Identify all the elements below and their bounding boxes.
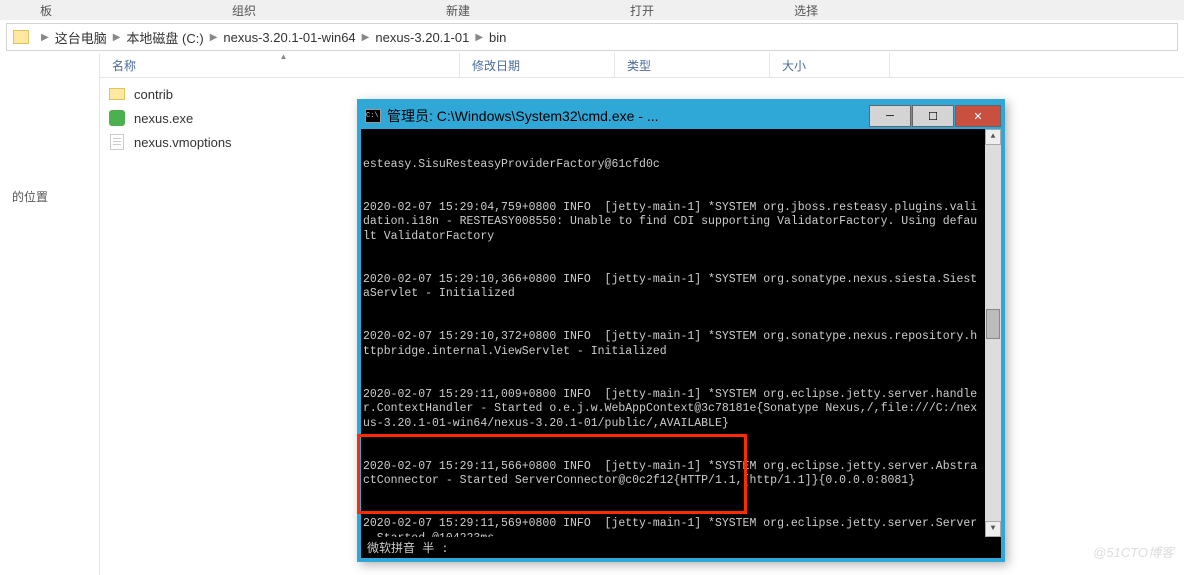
cmd-window[interactable]: 管理员: C:\Windows\System32\cmd.exe - ... ─… bbox=[357, 99, 1005, 562]
column-name[interactable]: ▲ 名称 bbox=[100, 53, 460, 78]
folder-icon bbox=[108, 85, 126, 103]
sort-arrow-icon: ▲ bbox=[280, 52, 288, 61]
nav-item-location[interactable]: 的位置 bbox=[0, 182, 99, 211]
crumb-bin[interactable]: bin bbox=[489, 30, 506, 45]
ribbon-group-clipboard: 板 bbox=[20, 0, 72, 20]
log-line: 2020-02-07 15:29:11,569+0800 INFO [jetty… bbox=[363, 517, 983, 537]
chevron-right-icon: ▶ bbox=[210, 32, 218, 43]
log-line: 2020-02-07 15:29:11,566+0800 INFO [jetty… bbox=[363, 460, 983, 489]
scrollbar[interactable]: ▲ ▼ bbox=[985, 129, 1001, 537]
cmd-icon bbox=[365, 109, 381, 123]
chevron-right-icon: ▶ bbox=[41, 32, 49, 43]
folder-icon bbox=[13, 30, 29, 44]
chevron-right-icon: ▶ bbox=[475, 32, 483, 43]
cmd-title-text: 管理员: C:\Windows\System32\cmd.exe - ... bbox=[387, 106, 868, 126]
column-size[interactable]: 大小 bbox=[770, 53, 890, 78]
ribbon-group-select: 选择 bbox=[774, 0, 838, 20]
text-file-icon bbox=[108, 133, 126, 151]
column-type[interactable]: 类型 bbox=[615, 53, 770, 78]
cmd-titlebar[interactable]: 管理员: C:\Windows\System32\cmd.exe - ... ─… bbox=[361, 103, 1001, 129]
chevron-right-icon: ▶ bbox=[113, 32, 121, 43]
minimize-button[interactable]: ─ bbox=[869, 105, 911, 127]
crumb-this-pc[interactable]: 这台电脑 bbox=[55, 28, 107, 47]
ime-status-bar: 微软拼音 半 : bbox=[361, 537, 1001, 558]
ribbon-group-open: 打开 bbox=[610, 0, 674, 20]
cmd-output: esteasy.SisuResteasyProviderFactory@61cf… bbox=[361, 129, 985, 537]
log-line: 2020-02-07 15:29:11,009+0800 INFO [jetty… bbox=[363, 388, 983, 431]
chevron-right-icon: ▶ bbox=[362, 32, 370, 43]
column-name-label: 名称 bbox=[112, 59, 136, 73]
close-button[interactable]: ✕ bbox=[955, 105, 1001, 127]
navigation-pane[interactable]: 的位置 bbox=[0, 54, 100, 575]
ribbon-groups: 板 组织 新建 打开 选择 bbox=[0, 0, 1184, 20]
ribbon-group-new: 新建 bbox=[426, 0, 490, 20]
file-name: contrib bbox=[134, 87, 173, 102]
scroll-thumb[interactable] bbox=[986, 309, 1000, 339]
maximize-button[interactable]: ☐ bbox=[912, 105, 954, 127]
exe-icon bbox=[108, 109, 126, 127]
scroll-up-icon[interactable]: ▲ bbox=[985, 129, 1001, 145]
cmd-body[interactable]: esteasy.SisuResteasyProviderFactory@61cf… bbox=[361, 129, 1001, 537]
ribbon-group-organize: 组织 bbox=[212, 0, 276, 20]
watermark: @51CTO博客 bbox=[1093, 542, 1174, 561]
log-line: 2020-02-07 15:29:04,759+0800 INFO [jetty… bbox=[363, 201, 983, 244]
crumb-nexus-ver[interactable]: nexus-3.20.1-01 bbox=[375, 30, 469, 45]
crumb-nexus-win64[interactable]: nexus-3.20.1-01-win64 bbox=[223, 30, 355, 45]
column-headers: ▲ 名称 修改日期 类型 大小 bbox=[100, 54, 1184, 78]
log-line: 2020-02-07 15:29:10,366+0800 INFO [jetty… bbox=[363, 273, 983, 302]
column-date[interactable]: 修改日期 bbox=[460, 53, 615, 78]
log-line: 2020-02-07 15:29:10,372+0800 INFO [jetty… bbox=[363, 330, 983, 359]
scroll-down-icon[interactable]: ▼ bbox=[985, 521, 1001, 537]
file-name: nexus.exe bbox=[134, 111, 193, 126]
file-name: nexus.vmoptions bbox=[134, 135, 232, 150]
crumb-local-disk[interactable]: 本地磁盘 (C:) bbox=[126, 28, 203, 47]
breadcrumb[interactable]: ▶ 这台电脑 ▶ 本地磁盘 (C:) ▶ nexus-3.20.1-01-win… bbox=[6, 23, 1178, 51]
log-line: esteasy.SisuResteasyProviderFactory@61cf… bbox=[363, 158, 983, 172]
